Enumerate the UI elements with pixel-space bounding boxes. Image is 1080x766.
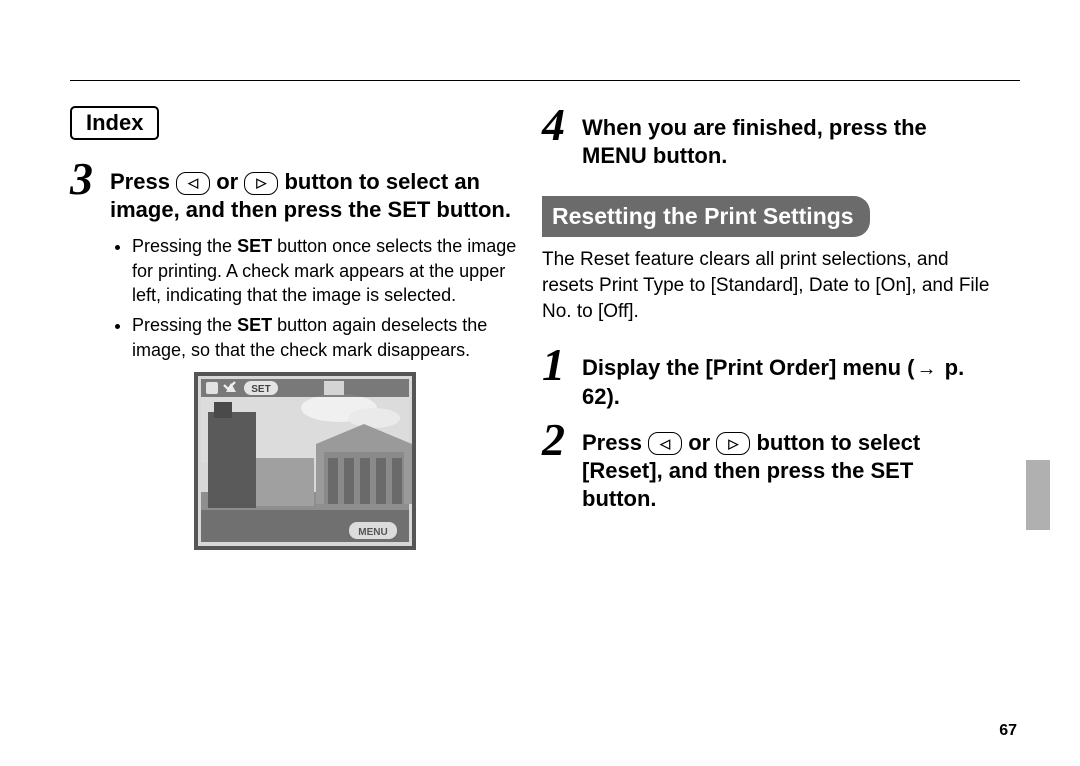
right-arrow-icon: ▷ [716, 432, 750, 455]
svg-text:MENU: MENU [358, 527, 387, 538]
right-column: 4 When you are finished, press the MENU … [542, 106, 990, 550]
step-4: 4 When you are finished, press the MENU … [542, 106, 990, 170]
list-item: Pressing the SET button once selects the… [132, 234, 518, 307]
left-column: Index 3 Press ◁ or ▷ button to select an… [70, 106, 518, 550]
step-text: Press ◁ or ▷ button to select [Reset], a… [582, 421, 990, 513]
text-fragment: ). [606, 384, 619, 409]
step-3: 3 Press ◁ or ▷ button to select an image… [70, 160, 518, 224]
left-arrow-icon: ◁ [648, 432, 682, 455]
page-number: 67 [999, 722, 1017, 740]
step-number: 4 [542, 102, 572, 148]
right-arrow-icon: ▷ [244, 172, 278, 195]
step-text: Press ◁ or ▷ button to select an image, … [110, 160, 518, 224]
step-text: When you are finished, press the MENU bu… [582, 106, 990, 170]
step-number: 2 [542, 417, 572, 463]
section-intro: The Reset feature clears all print selec… [542, 247, 990, 324]
svg-text:SET: SET [251, 384, 270, 395]
reset-step-2: 2 Press ◁ or ▷ button to select [Reset],… [542, 421, 990, 513]
text-fragment: Press [110, 169, 176, 194]
reference-arrow-icon: → [917, 357, 937, 383]
step-3-details: Pressing the SET button once selects the… [132, 234, 518, 361]
content-columns: Index 3 Press ◁ or ▷ button to select an… [70, 106, 990, 550]
text-fragment: or [216, 169, 244, 194]
step-text: Display the [Print Order] menu (→ p. 62)… [582, 346, 990, 411]
section-heading-label: Resetting the Print Settings [542, 196, 870, 237]
left-arrow-icon: ◁ [176, 172, 210, 195]
step-number: 1 [542, 342, 572, 388]
text-fragment: Press [582, 430, 648, 455]
side-tab [1026, 460, 1050, 530]
thumbnail-image: SET MENU [194, 372, 416, 550]
section-heading: Resetting the Print Settings [542, 196, 990, 237]
text-fragment: or [688, 430, 716, 455]
step-number: 3 [70, 156, 100, 202]
reset-step-1: 1 Display the [Print Order] menu (→ p. 6… [542, 346, 990, 411]
list-item: Pressing the SET button again deselects … [132, 313, 518, 362]
text-fragment: Display the [Print Order] menu ( [582, 355, 915, 380]
index-badge: Index [70, 106, 159, 140]
camera-preview-thumbnail: SET MENU [194, 372, 518, 550]
